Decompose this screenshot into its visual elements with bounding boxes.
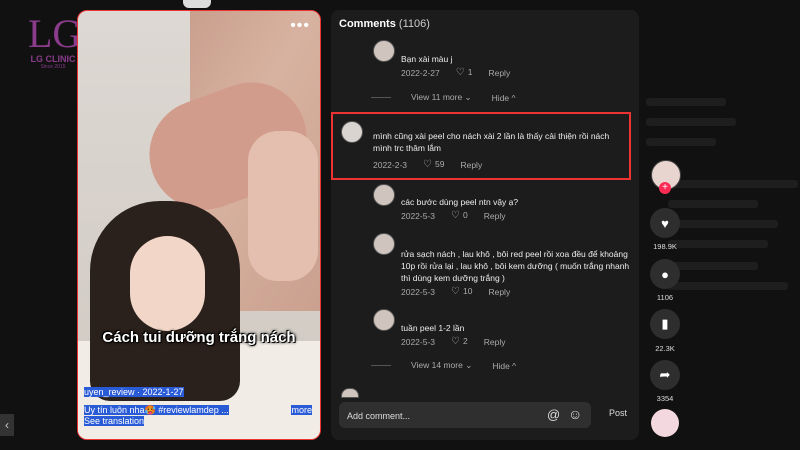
comment-input-bar: @ ☺ — [339, 402, 591, 428]
reply-button[interactable]: Reply — [488, 68, 510, 78]
avatar — [341, 388, 359, 398]
follow-plus-icon[interactable]: + — [659, 182, 671, 194]
comment-meta: 2022-5-3 ♡ 0 Reply — [401, 210, 506, 221]
like-button[interactable]: ♡ 2 — [451, 336, 468, 347]
saves-count: 22.3K — [655, 344, 675, 353]
comments-title: Comments (1106) — [339, 18, 430, 30]
share-arrow-icon: ➦ — [659, 367, 671, 382]
avatar[interactable] — [373, 40, 395, 62]
clinic-logo: LG LG CLINIC Since 2015 — [28, 11, 82, 84]
reply-button[interactable]: Reply — [484, 337, 506, 347]
hide-button[interactable]: Hide ^ — [492, 93, 516, 103]
save-button[interactable]: ▮ — [650, 309, 680, 339]
comments-count: 1106 — [656, 293, 674, 302]
add-comment-input[interactable] — [345, 406, 539, 426]
avatar[interactable] — [373, 184, 395, 206]
logo-since: Since 2015 — [40, 64, 66, 70]
suggestion-placeholder — [646, 138, 716, 146]
more-link[interactable]: more — [291, 405, 312, 415]
logo-name: LG CLINIC — [30, 54, 76, 64]
see-translation-link[interactable]: See translation — [84, 416, 145, 426]
video-author-date[interactable]: uyen_review · 2022-1-27 — [84, 387, 184, 397]
heart-icon: ♡ — [455, 67, 465, 78]
comment-text: tuần peel 1-2 lần — [401, 323, 465, 333]
highlight-box — [331, 112, 631, 180]
mention-icon[interactable]: @ — [547, 407, 560, 422]
suggestion-placeholder — [668, 282, 788, 290]
comment-meta: 2022-5-3 ♡ 2 Reply — [401, 336, 506, 347]
suggestion-placeholder — [668, 220, 778, 228]
like-button[interactable]: ♡ 10 — [451, 286, 472, 297]
post-button[interactable]: Post — [609, 408, 627, 418]
view-more-row: View 11 more ⌄ Hide ^ — [371, 92, 516, 103]
comment-text: Bạn xài màu j — [401, 54, 453, 64]
suggestion-placeholder — [668, 262, 758, 270]
avatar[interactable] — [373, 309, 395, 331]
video-face — [130, 236, 205, 331]
chevron-left-icon[interactable]: ‹ — [0, 414, 14, 436]
heart-icon: ♥ — [661, 215, 669, 231]
suggestion-placeholder — [668, 200, 758, 208]
logo-mark: LG — [28, 11, 82, 56]
share-button[interactable]: ➦ — [650, 360, 680, 390]
like-button[interactable]: ♡ 1 — [456, 67, 473, 78]
shares-count: 3354 — [656, 394, 674, 403]
emoji-icon[interactable]: ☺ — [568, 406, 582, 422]
video-hand — [248, 131, 318, 281]
video-caption: Cách tui dưỡng trắng nách — [102, 329, 296, 346]
top-handle[interactable] — [183, 0, 211, 8]
suggestion-placeholder — [646, 118, 736, 126]
comments-panel: Comments (1106) Bạn xài màu j 2022-2-27 … — [331, 10, 639, 440]
view-more-row: View 14 more ⌄ Hide ^ — [371, 360, 516, 371]
comment-text: các bước dùng peel ntn vậy ạ? — [401, 197, 519, 207]
likes-count: 198.9K — [653, 242, 677, 251]
reply-button[interactable]: Reply — [484, 211, 506, 221]
heart-icon: ♡ — [451, 210, 460, 221]
video-player[interactable]: ••• Cách tui dưỡng trắng nách uyen_revie… — [77, 10, 321, 440]
avatar[interactable] — [373, 233, 395, 255]
heart-icon: ♡ — [451, 336, 460, 347]
like-video-button[interactable]: ♥ — [650, 208, 680, 238]
comment-meta: 2022-5-3 ♡ 10 Reply — [401, 286, 511, 297]
suggestion-placeholder — [646, 98, 726, 106]
comment-meta: 2022-2-27 ♡ 1 Reply — [401, 67, 511, 78]
comment-bubble-icon: ● — [661, 266, 669, 282]
view-more-button[interactable]: View 11 more ⌄ — [411, 92, 472, 103]
comment-text: rửa sạch nách , lau khô , bôi red peel r… — [401, 249, 630, 283]
hide-button[interactable]: Hide ^ — [492, 361, 516, 371]
suggestion-placeholder — [668, 180, 798, 188]
view-more-button[interactable]: View 14 more ⌄ — [411, 360, 472, 371]
video-description: Uy tín luôn nha🥵 #reviewlamdep ... more — [84, 405, 312, 415]
heart-icon: ♡ — [451, 286, 460, 297]
like-button[interactable]: ♡ 0 — [451, 210, 468, 221]
comments-button[interactable]: ● — [650, 259, 680, 289]
more-dots-icon[interactable]: ••• — [290, 17, 310, 35]
reply-button[interactable]: Reply — [488, 287, 510, 297]
bookmark-icon: ▮ — [661, 316, 669, 331]
music-disc-icon[interactable] — [651, 409, 679, 437]
